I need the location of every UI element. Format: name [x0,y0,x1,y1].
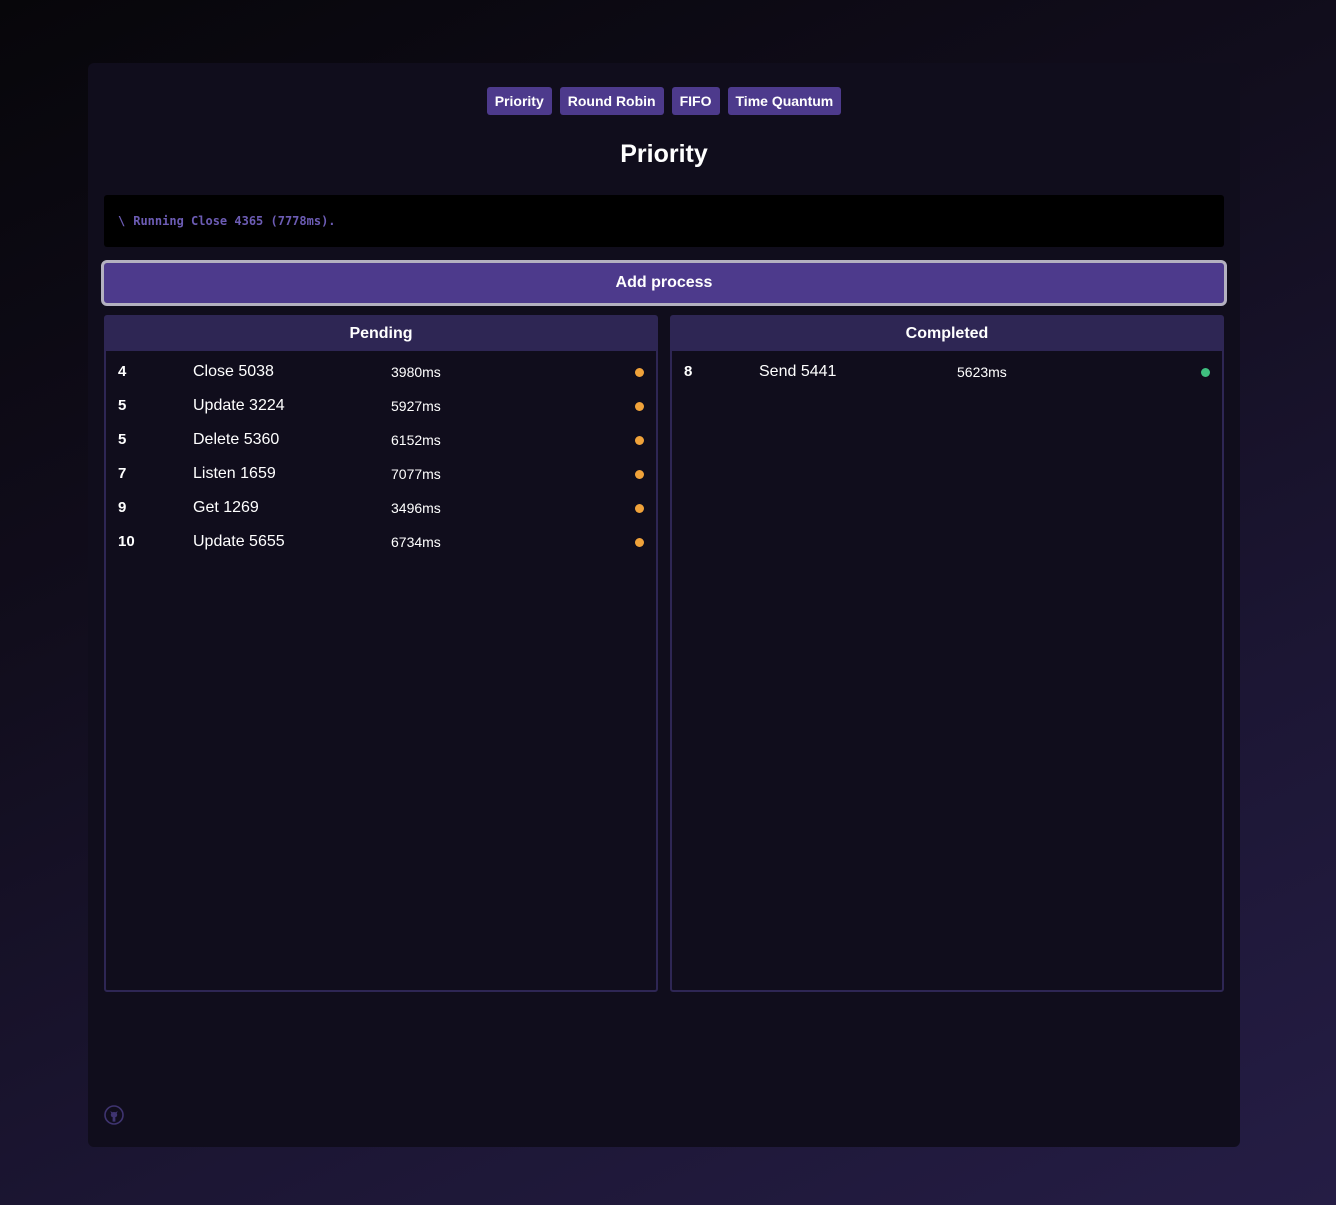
list-item: 5 Delete 5360 6152ms [106,423,656,457]
process-duration: 3496ms [391,500,441,516]
scheduler-card: Priority Round Robin FIFO Time Quantum P… [88,63,1240,1147]
pending-list: 4 Close 5038 3980ms 5 Update 3224 5927ms 5 Dele… [106,351,656,559]
process-duration: 5623ms [957,364,1007,380]
process-name: Delete 5360 [193,431,280,448]
process-priority: 4 [118,363,127,380]
status-dot-icon [635,504,644,513]
process-priority: 5 [118,397,127,414]
list-item: 7 Listen 1659 7077ms [106,457,656,491]
process-name: Listen 1659 [193,465,276,482]
process-duration: 3980ms [391,364,441,380]
spinner-icon: \ [118,214,126,228]
process-duration: 6152ms [391,432,441,448]
tab-priority[interactable]: Priority [486,87,552,115]
process-duration: 5927ms [391,398,441,414]
process-priority: 7 [118,465,127,482]
status-dot-icon [635,368,644,377]
process-duration: 7077ms [391,466,441,482]
completed-panel: Completed 8 Send 5441 5623ms [670,315,1224,992]
process-name: Update 3224 [193,397,285,414]
completed-header: Completed [672,317,1222,351]
status-dot-icon [635,436,644,445]
tab-round-robin[interactable]: Round Robin [559,87,664,115]
add-process-button[interactable]: Add process [101,260,1227,306]
process-duration: 6734ms [391,534,441,550]
list-item: 9 Get 1269 3496ms [106,491,656,525]
status-dot-icon [1201,368,1210,377]
process-priority: 8 [684,363,693,380]
list-item: 8 Send 5441 5623ms [672,355,1222,389]
tab-time-quantum[interactable]: Time Quantum [727,87,842,115]
console-output: \ Running Close 4365 (7778ms). [104,195,1224,247]
pending-panel: Pending 4 Close 5038 3980ms 5 Update 3224 592… [104,315,658,992]
status-dot-icon [635,538,644,547]
process-name: Get 1269 [193,499,259,516]
list-item: 5 Update 3224 5927ms [106,389,656,423]
pending-header: Pending [106,317,656,351]
page-title: Priority [620,140,708,168]
status-dot-icon [635,470,644,479]
tab-fifo[interactable]: FIFO [671,87,720,115]
algorithm-tabs: Priority Round Robin FIFO Time Quantum [88,87,1240,115]
console-message: Running Close 4365 (7778ms). [133,214,336,228]
list-item: 10 Update 5655 6734ms [106,525,656,559]
process-priority: 5 [118,431,127,448]
process-priority: 9 [118,499,127,516]
process-name: Close 5038 [193,363,274,380]
list-item: 4 Close 5038 3980ms [106,355,656,389]
process-name: Send 5441 [759,363,837,380]
github-icon[interactable] [104,1105,124,1125]
completed-list: 8 Send 5441 5623ms [672,351,1222,389]
status-dot-icon [635,402,644,411]
process-priority: 10 [118,533,135,550]
process-name: Update 5655 [193,533,285,550]
